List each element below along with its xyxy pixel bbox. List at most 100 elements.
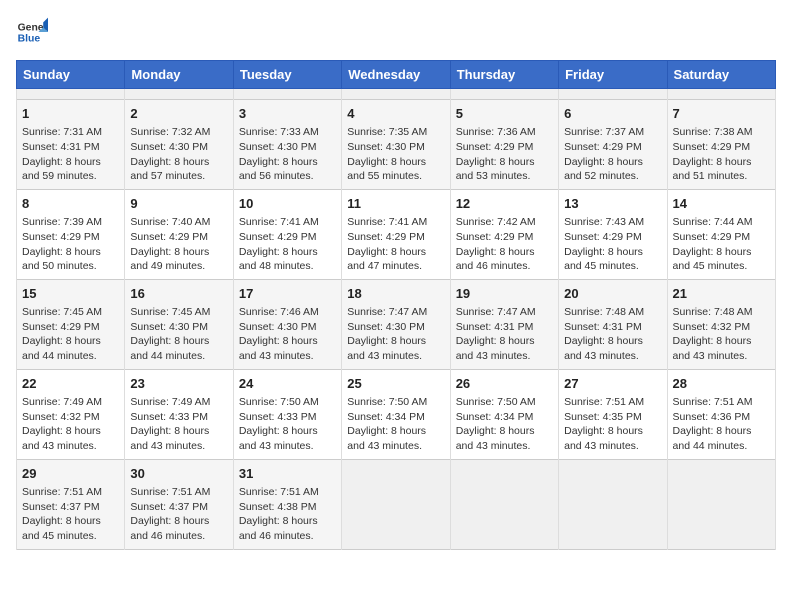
- day-sun-info: Sunrise: 7:48 AMSunset: 4:32 PMDaylight:…: [673, 305, 770, 364]
- day-number: 15: [22, 285, 119, 303]
- day-sun-info: Sunrise: 7:45 AMSunset: 4:30 PMDaylight:…: [130, 305, 227, 364]
- day-number: 6: [564, 105, 661, 123]
- day-sun-info: Sunrise: 7:46 AMSunset: 4:30 PMDaylight:…: [239, 305, 336, 364]
- col-header-monday: Monday: [125, 61, 233, 89]
- day-sun-info: Sunrise: 7:49 AMSunset: 4:32 PMDaylight:…: [22, 395, 119, 454]
- calendar-cell: 22 Sunrise: 7:49 AMSunset: 4:32 PMDayligh…: [17, 369, 125, 459]
- day-number: 31: [239, 465, 336, 483]
- day-sun-info: Sunrise: 7:47 AMSunset: 4:30 PMDaylight:…: [347, 305, 444, 364]
- calendar-cell: 3 Sunrise: 7:33 AMSunset: 4:30 PMDaylight…: [233, 100, 341, 190]
- calendar-table: SundayMondayTuesdayWednesdayThursdayFrid…: [16, 60, 776, 550]
- calendar-cell: 26 Sunrise: 7:50 AMSunset: 4:34 PMDayligh…: [450, 369, 558, 459]
- day-number: 18: [347, 285, 444, 303]
- calendar-header-row: SundayMondayTuesdayWednesdayThursdayFrid…: [17, 61, 776, 89]
- col-header-saturday: Saturday: [667, 61, 775, 89]
- day-sun-info: Sunrise: 7:37 AMSunset: 4:29 PMDaylight:…: [564, 125, 661, 184]
- calendar-cell: 11 Sunrise: 7:41 AMSunset: 4:29 PMDayligh…: [342, 189, 450, 279]
- day-sun-info: Sunrise: 7:43 AMSunset: 4:29 PMDaylight:…: [564, 215, 661, 274]
- logo-icon: General Blue: [16, 16, 48, 48]
- calendar-week-row: 15 Sunrise: 7:45 AMSunset: 4:29 PMDayligh…: [17, 279, 776, 369]
- day-number: 26: [456, 375, 553, 393]
- day-number: 1: [22, 105, 119, 123]
- calendar-cell: 8 Sunrise: 7:39 AMSunset: 4:29 PMDaylight…: [17, 189, 125, 279]
- day-number: 30: [130, 465, 227, 483]
- calendar-week-row: 29 Sunrise: 7:51 AMSunset: 4:37 PMDayligh…: [17, 459, 776, 549]
- calendar-cell: 17 Sunrise: 7:46 AMSunset: 4:30 PMDayligh…: [233, 279, 341, 369]
- calendar-cell: 16 Sunrise: 7:45 AMSunset: 4:30 PMDayligh…: [125, 279, 233, 369]
- calendar-cell: 31 Sunrise: 7:51 AMSunset: 4:38 PMDayligh…: [233, 459, 341, 549]
- col-header-friday: Friday: [559, 61, 667, 89]
- calendar-cell: 9 Sunrise: 7:40 AMSunset: 4:29 PMDaylight…: [125, 189, 233, 279]
- day-sun-info: Sunrise: 7:33 AMSunset: 4:30 PMDaylight:…: [239, 125, 336, 184]
- day-number: 5: [456, 105, 553, 123]
- day-sun-info: Sunrise: 7:39 AMSunset: 4:29 PMDaylight:…: [22, 215, 119, 274]
- logo: General Blue: [16, 16, 48, 48]
- calendar-cell: [342, 89, 450, 100]
- day-number: 21: [673, 285, 770, 303]
- calendar-cell: [559, 89, 667, 100]
- day-number: 29: [22, 465, 119, 483]
- calendar-cell: [342, 459, 450, 549]
- calendar-cell: [450, 89, 558, 100]
- day-number: 10: [239, 195, 336, 213]
- day-sun-info: Sunrise: 7:51 AMSunset: 4:38 PMDaylight:…: [239, 485, 336, 544]
- day-sun-info: Sunrise: 7:51 AMSunset: 4:37 PMDaylight:…: [130, 485, 227, 544]
- col-header-thursday: Thursday: [450, 61, 558, 89]
- calendar-cell: 13Sunrise: 7:43 AMSunset: 4:29 PMDayligh…: [559, 189, 667, 279]
- day-sun-info: Sunrise: 7:31 AMSunset: 4:31 PMDaylight:…: [22, 125, 119, 184]
- calendar-cell: 29Sunrise: 7:51 AMSunset: 4:37 PMDayligh…: [17, 459, 125, 549]
- day-number: 11: [347, 195, 444, 213]
- day-number: 16: [130, 285, 227, 303]
- day-sun-info: Sunrise: 7:44 AMSunset: 4:29 PMDaylight:…: [673, 215, 770, 274]
- col-header-wednesday: Wednesday: [342, 61, 450, 89]
- calendar-cell: 19Sunrise: 7:47 AMSunset: 4:31 PMDayligh…: [450, 279, 558, 369]
- day-number: 20: [564, 285, 661, 303]
- calendar-cell: 28 Sunrise: 7:51 AMSunset: 4:36 PMDayligh…: [667, 369, 775, 459]
- calendar-cell: 23Sunrise: 7:49 AMSunset: 4:33 PMDayligh…: [125, 369, 233, 459]
- day-number: 2: [130, 105, 227, 123]
- day-number: 27: [564, 375, 661, 393]
- col-header-sunday: Sunday: [17, 61, 125, 89]
- day-number: 3: [239, 105, 336, 123]
- calendar-cell: 20Sunrise: 7:48 AMSunset: 4:31 PMDayligh…: [559, 279, 667, 369]
- calendar-cell: 10 Sunrise: 7:41 AMSunset: 4:29 PMDayligh…: [233, 189, 341, 279]
- calendar-cell: 25Sunrise: 7:50 AMSunset: 4:34 PMDayligh…: [342, 369, 450, 459]
- calendar-cell: 18 Sunrise: 7:47 AMSunset: 4:30 PMDayligh…: [342, 279, 450, 369]
- calendar-week-row: [17, 89, 776, 100]
- day-number: 9: [130, 195, 227, 213]
- calendar-cell: 24Sunrise: 7:50 AMSunset: 4:33 PMDayligh…: [233, 369, 341, 459]
- calendar-cell: [125, 89, 233, 100]
- day-number: 8: [22, 195, 119, 213]
- day-number: 28: [673, 375, 770, 393]
- day-sun-info: Sunrise: 7:32 AMSunset: 4:30 PMDaylight:…: [130, 125, 227, 184]
- day-sun-info: Sunrise: 7:41 AMSunset: 4:29 PMDaylight:…: [239, 215, 336, 274]
- calendar-cell: [233, 89, 341, 100]
- calendar-cell: 15 Sunrise: 7:45 AMSunset: 4:29 PMDayligh…: [17, 279, 125, 369]
- calendar-week-row: 1 Sunrise: 7:31 AMSunset: 4:31 PMDaylight…: [17, 100, 776, 190]
- day-sun-info: Sunrise: 7:47 AMSunset: 4:31 PMDaylight:…: [456, 305, 553, 364]
- day-number: 24: [239, 375, 336, 393]
- day-number: 23: [130, 375, 227, 393]
- day-number: 14: [673, 195, 770, 213]
- calendar-cell: [667, 89, 775, 100]
- day-number: 22: [22, 375, 119, 393]
- day-sun-info: Sunrise: 7:38 AMSunset: 4:29 PMDaylight:…: [673, 125, 770, 184]
- day-sun-info: Sunrise: 7:45 AMSunset: 4:29 PMDaylight:…: [22, 305, 119, 364]
- calendar-cell: 30 Sunrise: 7:51 AMSunset: 4:37 PMDayligh…: [125, 459, 233, 549]
- calendar-cell: 21 Sunrise: 7:48 AMSunset: 4:32 PMDayligh…: [667, 279, 775, 369]
- day-number: 7: [673, 105, 770, 123]
- day-sun-info: Sunrise: 7:50 AMSunset: 4:34 PMDaylight:…: [456, 395, 553, 454]
- day-sun-info: Sunrise: 7:42 AMSunset: 4:29 PMDaylight:…: [456, 215, 553, 274]
- day-number: 17: [239, 285, 336, 303]
- day-sun-info: Sunrise: 7:51 AMSunset: 4:36 PMDaylight:…: [673, 395, 770, 454]
- day-sun-info: Sunrise: 7:41 AMSunset: 4:29 PMDaylight:…: [347, 215, 444, 274]
- calendar-cell: 27Sunrise: 7:51 AMSunset: 4:35 PMDayligh…: [559, 369, 667, 459]
- day-number: 12: [456, 195, 553, 213]
- day-sun-info: Sunrise: 7:40 AMSunset: 4:29 PMDaylight:…: [130, 215, 227, 274]
- calendar-cell: 5Sunrise: 7:36 AMSunset: 4:29 PMDaylight…: [450, 100, 558, 190]
- day-number: 4: [347, 105, 444, 123]
- calendar-cell: 14 Sunrise: 7:44 AMSunset: 4:29 PMDayligh…: [667, 189, 775, 279]
- calendar-cell: 6 Sunrise: 7:37 AMSunset: 4:29 PMDaylight…: [559, 100, 667, 190]
- col-header-tuesday: Tuesday: [233, 61, 341, 89]
- calendar-cell: 2 Sunrise: 7:32 AMSunset: 4:30 PMDaylight…: [125, 100, 233, 190]
